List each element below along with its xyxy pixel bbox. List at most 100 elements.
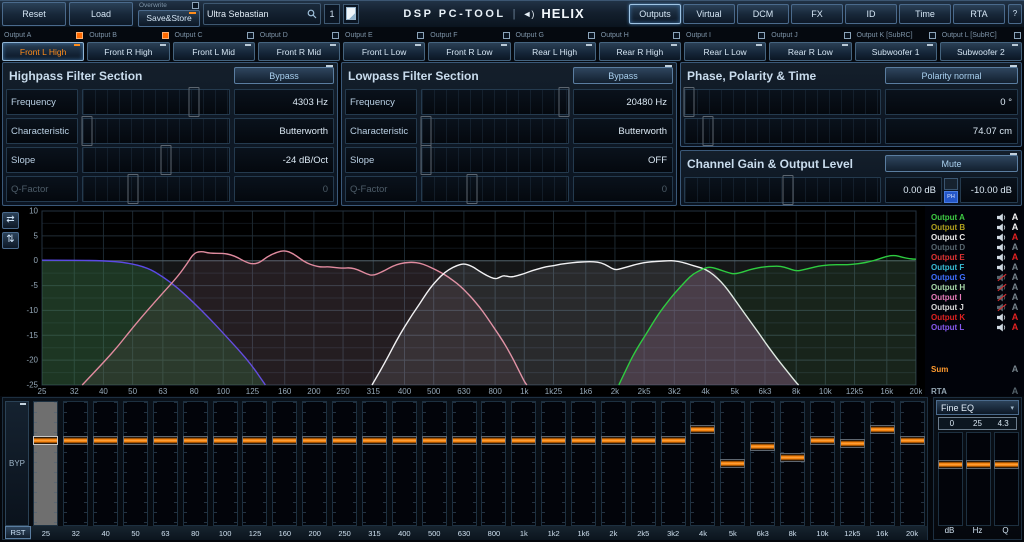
eq-band-track[interactable] — [242, 401, 267, 526]
eq-band-handle[interactable] — [840, 439, 865, 448]
eq-band-handle[interactable] — [332, 436, 357, 445]
load-button[interactable]: Load — [69, 2, 133, 26]
eq-band-handle[interactable] — [780, 453, 805, 462]
slider-handle[interactable] — [421, 116, 432, 146]
highpass-q-factor-slider[interactable] — [82, 176, 230, 202]
speaker-icon[interactable] — [997, 313, 1007, 322]
output-link-checkbox[interactable] — [929, 32, 936, 39]
eq-band-track[interactable] — [631, 401, 656, 526]
lowpass-frequency-slider[interactable] — [421, 89, 569, 115]
output-link-checkbox[interactable] — [162, 32, 169, 39]
speaker-icon[interactable] — [997, 213, 1007, 222]
slider-handle[interactable] — [127, 174, 138, 204]
eq-band-track[interactable] — [452, 401, 477, 526]
lowpass-characteristic-slider[interactable] — [421, 118, 569, 144]
legend-row-output-j[interactable]: Output JA — [925, 302, 1024, 312]
eq-band-handle[interactable] — [213, 436, 238, 445]
legend-row-output-e[interactable]: Output EA — [925, 252, 1024, 262]
output-link-checkbox[interactable] — [76, 32, 83, 39]
tab-rear-l-high[interactable]: Rear L High — [514, 42, 596, 61]
nav-outputs-button[interactable]: Outputs — [629, 4, 681, 24]
mute-button[interactable]: Mute — [885, 155, 1018, 172]
eq-band-handle[interactable] — [631, 436, 656, 445]
output-link-checkbox[interactable] — [673, 32, 680, 39]
highpass-characteristic-slider[interactable] — [82, 118, 230, 144]
search-icon[interactable] — [307, 9, 317, 19]
eq-band-handle[interactable] — [601, 436, 626, 445]
tab-subwoofer-2[interactable]: Subwoofer 2 — [940, 42, 1022, 61]
speaker-muted-icon[interactable] — [997, 273, 1007, 282]
lowpass-q-factor-slider[interactable] — [421, 176, 569, 202]
slider-handle[interactable] — [161, 145, 172, 175]
eq-band-handle[interactable] — [720, 459, 745, 468]
eq-band-track[interactable] — [33, 401, 58, 526]
eq-band-handle[interactable] — [392, 436, 417, 445]
eq-band-track[interactable] — [900, 401, 925, 526]
eq-band-track[interactable] — [720, 401, 745, 526]
eq-band-track[interactable] — [780, 401, 805, 526]
eq-band-track[interactable] — [93, 401, 118, 526]
eq-band-track[interactable] — [840, 401, 865, 526]
nav-id-button[interactable]: ID — [845, 4, 897, 24]
eq-band-handle[interactable] — [302, 436, 327, 445]
eq-band-handle[interactable] — [63, 436, 88, 445]
speaker-muted-icon[interactable] — [997, 293, 1007, 302]
highpass-slope-slider[interactable] — [82, 147, 230, 173]
eq-band-handle[interactable] — [242, 436, 267, 445]
speaker-icon[interactable] — [997, 233, 1007, 242]
tab-subwoofer-1[interactable]: Subwoofer 1 — [855, 42, 937, 61]
eq-band-handle[interactable] — [123, 436, 148, 445]
eq-band-track[interactable] — [481, 401, 506, 526]
eq-band-handle[interactable] — [452, 436, 477, 445]
eq-band-handle[interactable] — [422, 436, 447, 445]
eq-band-track[interactable] — [63, 401, 88, 526]
eq-bypass-button[interactable]: BYP — [5, 401, 29, 526]
eq-band-track[interactable] — [332, 401, 357, 526]
eq-band-track[interactable] — [302, 401, 327, 526]
eq-band-handle[interactable] — [870, 425, 895, 434]
legend-row-output-l[interactable]: Output LA — [925, 322, 1024, 332]
slider-handle[interactable] — [188, 87, 199, 117]
fine-eq-q-slider[interactable] — [994, 432, 1019, 526]
legend-row-output-g[interactable]: Output GA — [925, 272, 1024, 282]
legend-row-output-i[interactable]: Output IA — [925, 292, 1024, 302]
legend-row-output-f[interactable]: Output FA — [925, 262, 1024, 272]
speaker-icon[interactable] — [997, 223, 1007, 232]
output-link-checkbox[interactable] — [844, 32, 851, 39]
tab-front-l-low[interactable]: Front L Low — [343, 42, 425, 61]
phase-slider[interactable] — [684, 89, 881, 115]
eq-band-track[interactable] — [571, 401, 596, 526]
eq-band-handle[interactable] — [362, 436, 387, 445]
response-chart[interactable]: 1050-5-10-15-20-252532405063801001251602… — [18, 206, 922, 396]
eq-band-track[interactable] — [601, 401, 626, 526]
output-link-checkbox[interactable] — [247, 32, 254, 39]
eq-band-handle[interactable] — [810, 436, 835, 445]
eq-band-handle[interactable] — [661, 436, 686, 445]
time-delay-slider[interactable] — [684, 118, 881, 144]
nav-fx-button[interactable]: FX — [791, 4, 843, 24]
gain-slider[interactable] — [684, 177, 881, 203]
fine-eq-handle[interactable] — [966, 460, 991, 469]
eq-band-track[interactable] — [511, 401, 536, 526]
output-link-checkbox[interactable] — [758, 32, 765, 39]
output-link-checkbox[interactable] — [503, 32, 510, 39]
fine-eq-hz-slider[interactable] — [966, 432, 991, 526]
nav-dcm-button[interactable]: DCM — [737, 4, 789, 24]
output-link-checkbox[interactable] — [417, 32, 424, 39]
output-link-checkbox[interactable] — [332, 32, 339, 39]
fine-eq-dropdown[interactable]: Fine EQ ▾ — [936, 400, 1019, 415]
eq-band-track[interactable] — [213, 401, 238, 526]
reset-button[interactable]: Reset — [2, 2, 66, 26]
output-link-checkbox[interactable] — [1014, 32, 1021, 39]
eq-band-track[interactable] — [810, 401, 835, 526]
nav-time-button[interactable]: Time — [899, 4, 951, 24]
eq-band-handle[interactable] — [481, 436, 506, 445]
tab-rear-l-low[interactable]: Rear L Low — [684, 42, 766, 61]
eq-band-track[interactable] — [750, 401, 775, 526]
speaker-icon[interactable] — [997, 263, 1007, 272]
eq-band-handle[interactable] — [690, 425, 715, 434]
highpass-bypass-button[interactable]: Bypass — [234, 67, 334, 84]
zoom-horizontal-icon[interactable]: ⇄ — [2, 212, 19, 229]
eq-band-track[interactable] — [690, 401, 715, 526]
eq-band-handle[interactable] — [750, 442, 775, 451]
